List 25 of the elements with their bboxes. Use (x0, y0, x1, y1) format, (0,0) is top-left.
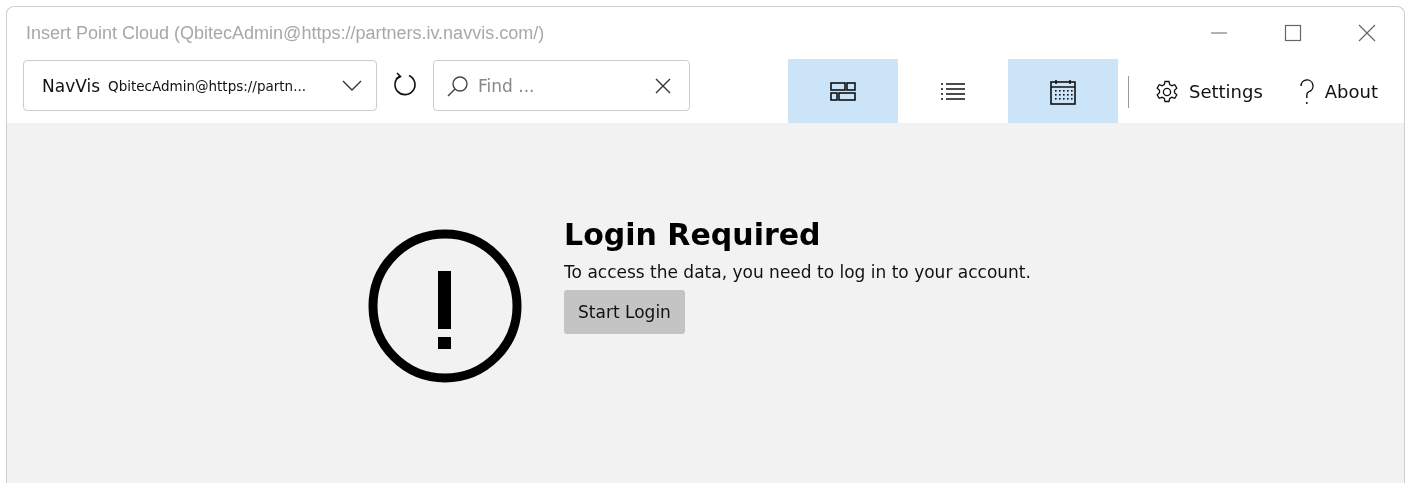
settings-icon (1154, 79, 1179, 104)
dropdown-account: QbitecAdmin@https://partn... (108, 77, 308, 94)
search-box[interactable]: Find ... (433, 60, 690, 111)
account-dropdown[interactable]: NavVis QbitecAdmin@https://partn... (23, 60, 377, 111)
search-icon (446, 73, 470, 98)
calendar-icon (1049, 78, 1076, 105)
login-heading: Login Required (564, 217, 821, 252)
close-icon[interactable] (1358, 24, 1376, 42)
start-login-button[interactable]: Start Login (564, 290, 685, 334)
list-icon (939, 82, 966, 101)
calendar-view-button[interactable] (1007, 59, 1118, 124)
window-title: Insert Point Cloud (QbitecAdmin@https://partners.iv.navvis.com/) (26, 22, 546, 44)
chevron-down-icon (342, 79, 362, 92)
search-input[interactable]: Find ... (476, 74, 649, 97)
clear-icon[interactable] (655, 77, 671, 94)
about-button[interactable]: About (1298, 59, 1378, 124)
maximize-icon[interactable] (1284, 24, 1302, 42)
tiles-icon (829, 81, 856, 102)
login-message: To access the data, you need to log in to your account. (564, 262, 1031, 282)
warning-icon (368, 229, 523, 383)
help-icon (1298, 78, 1315, 105)
settings-button[interactable]: Settings (1154, 59, 1263, 124)
dropdown-name: NavVis (42, 75, 101, 96)
tiles-view-button[interactable] (787, 59, 898, 124)
refresh-icon[interactable] (393, 72, 417, 98)
